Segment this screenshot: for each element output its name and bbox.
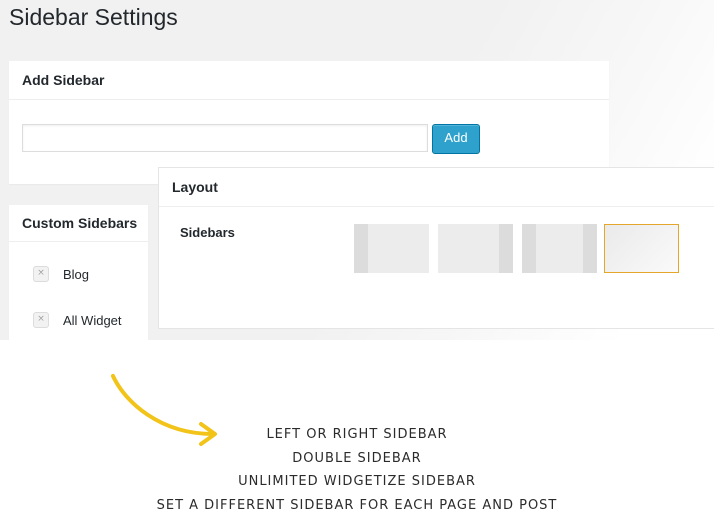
custom-sidebar-label: All Widget xyxy=(63,313,122,328)
sidebars-label: Sidebars xyxy=(180,225,235,240)
sidebar-column xyxy=(354,224,368,273)
feature-item: Double sidebar xyxy=(0,447,714,471)
close-icon[interactable]: × xyxy=(33,312,49,328)
layout-heading: Layout xyxy=(159,168,714,207)
add-sidebar-heading: Add Sidebar xyxy=(9,61,609,100)
feature-item: Left or right sidebar xyxy=(0,423,714,447)
layout-panel: Layout Sidebars xyxy=(159,168,714,328)
custom-sidebar-item-all-widget: × All Widget xyxy=(33,310,122,330)
layout-option-left-sidebar[interactable] xyxy=(354,224,429,273)
custom-sidebars-panel: Custom Sidebars × Blog × All Widget xyxy=(9,205,148,340)
custom-sidebar-item-blog: × Blog xyxy=(33,264,89,284)
custom-sidebar-label: Blog xyxy=(63,267,89,282)
layout-option-double-sidebar[interactable] xyxy=(522,224,597,273)
settings-screen: Sidebar Settings Add Sidebar Add Custom … xyxy=(0,0,714,340)
sidebar-name-input[interactable] xyxy=(22,124,428,152)
layout-option-right-sidebar[interactable] xyxy=(438,224,513,273)
feature-list: Left or right sidebar Double sidebar Unl… xyxy=(0,423,714,517)
feature-item: Unlimited widgetize sidebar xyxy=(0,470,714,494)
sidebar-column xyxy=(499,224,513,273)
add-sidebar-panel: Add Sidebar Add xyxy=(9,61,609,184)
sidebar-column xyxy=(583,224,597,273)
feature-item: Set a different sidebar for each page an… xyxy=(0,494,714,517)
page-title: Sidebar Settings xyxy=(9,4,178,31)
layout-option-no-sidebar[interactable] xyxy=(604,224,679,273)
add-button[interactable]: Add xyxy=(432,124,480,154)
close-icon[interactable]: × xyxy=(33,266,49,282)
custom-sidebars-heading: Custom Sidebars xyxy=(9,205,148,242)
sidebar-column xyxy=(522,224,536,273)
